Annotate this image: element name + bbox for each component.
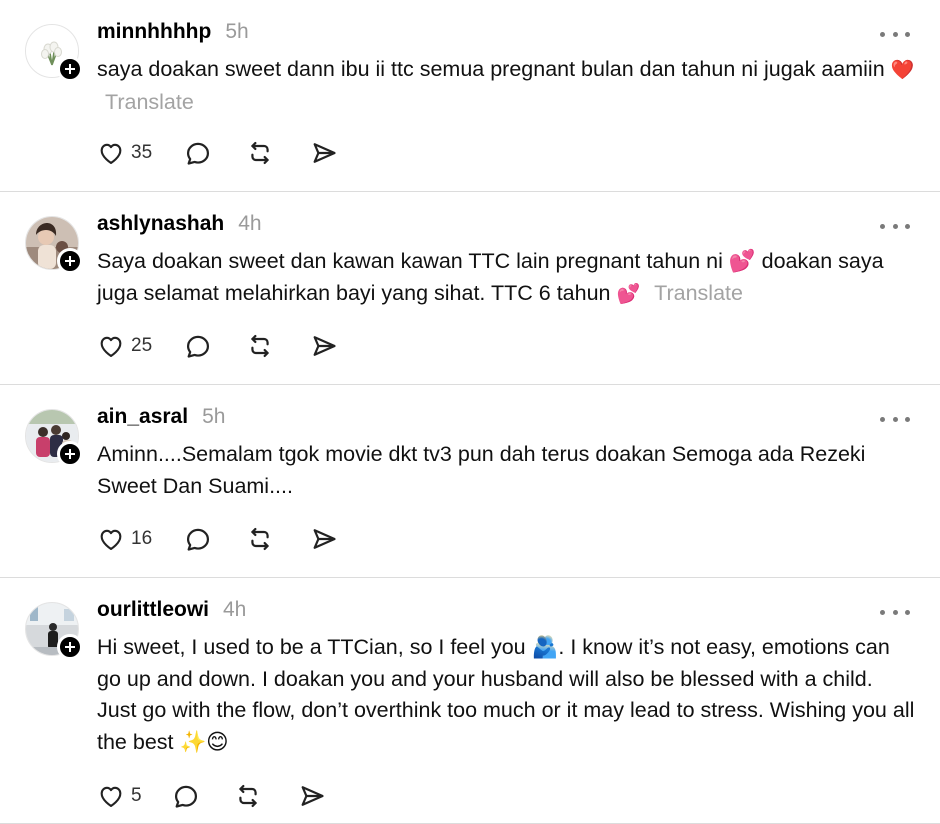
repost-button[interactable] xyxy=(234,781,262,811)
avatar[interactable] xyxy=(25,216,83,274)
repost-button[interactable] xyxy=(246,524,274,554)
like-count: 25 xyxy=(131,335,153,356)
reply-button[interactable] xyxy=(184,524,212,554)
like-button[interactable]: 5 xyxy=(97,781,142,811)
username[interactable]: ourlittleowi xyxy=(97,598,209,622)
post-text-content: Saya doakan sweet dan kawan kawan TTC la… xyxy=(97,249,884,305)
repost-icon xyxy=(251,527,269,551)
post-text-content: Hi sweet, I used to be a TTCian, so I fe… xyxy=(97,635,915,754)
username[interactable]: ain_asral xyxy=(97,405,188,429)
post-header: minnhhhhp 5h xyxy=(97,20,249,50)
comment-bubble-icon xyxy=(174,785,197,808)
like-button[interactable]: 35 xyxy=(97,138,152,168)
plus-icon[interactable] xyxy=(57,248,83,274)
send-icon xyxy=(301,786,324,806)
more-dots-icon[interactable] xyxy=(880,602,910,622)
timestamp: 5h xyxy=(225,20,249,43)
like-count: 5 xyxy=(131,785,142,806)
reply-button[interactable] xyxy=(172,781,200,811)
post-1: minnhhhhp 5h saya doakan sweet dann ibu … xyxy=(0,0,940,192)
avatar[interactable] xyxy=(25,409,83,467)
send-icon xyxy=(313,143,336,163)
share-button[interactable] xyxy=(310,331,338,361)
send-icon xyxy=(313,529,336,549)
post-text: Aminn....Semalam tgok movie dkt tv3 pun … xyxy=(97,439,917,502)
action-bar: 16 xyxy=(97,524,338,554)
plus-icon[interactable] xyxy=(57,634,83,660)
username[interactable]: minnhhhhp xyxy=(97,20,211,44)
post-3: ain_asral 5h Aminn....Semalam tgok movie… xyxy=(0,385,940,578)
repost-icon xyxy=(251,141,269,165)
action-bar: 5 xyxy=(97,781,326,811)
timestamp: 5h xyxy=(202,405,226,428)
repost-icon xyxy=(238,784,257,808)
post-text: Hi sweet, I used to be a TTCian, so I fe… xyxy=(97,632,917,758)
like-count: 16 xyxy=(131,528,153,549)
like-button[interactable]: 25 xyxy=(97,331,152,361)
post-4: ourlittleowi 4h Hi sweet, I used to be a… xyxy=(0,578,940,824)
heart-icon xyxy=(100,529,122,550)
action-bar: 35 xyxy=(97,138,338,168)
post-text: saya doakan sweet dann ibu ii ttc semua … xyxy=(97,54,917,118)
like-count: 35 xyxy=(131,142,153,163)
heart-icon xyxy=(100,786,122,807)
hearts-emoji: 💕 xyxy=(616,283,641,305)
comment-bubble-icon xyxy=(187,335,210,358)
send-icon xyxy=(313,336,336,356)
post-header: ourlittleowi 4h xyxy=(97,598,246,628)
more-dots-icon[interactable] xyxy=(880,409,910,429)
share-button[interactable] xyxy=(298,781,326,811)
share-button[interactable] xyxy=(310,138,338,168)
avatar[interactable] xyxy=(25,24,83,82)
reply-button[interactable] xyxy=(184,331,212,361)
post-text-content: saya doakan sweet dann ibu ii ttc semua … xyxy=(97,57,885,81)
plus-icon[interactable] xyxy=(57,56,83,82)
more-dots-icon[interactable] xyxy=(880,24,910,44)
post-header: ain_asral 5h xyxy=(97,405,225,435)
plus-icon[interactable] xyxy=(57,441,83,467)
avatar[interactable] xyxy=(25,602,83,660)
post-text-content: Aminn....Semalam tgok movie dkt tv3 pun … xyxy=(97,442,866,498)
post-header: ashlynashah 4h xyxy=(97,212,262,242)
translate-link[interactable]: Translate xyxy=(105,90,194,114)
heart-emoji: ❤️ xyxy=(890,60,915,81)
heart-icon xyxy=(100,143,122,164)
comment-bubble-icon xyxy=(187,142,210,165)
action-bar: 25 xyxy=(97,331,338,361)
username[interactable]: ashlynashah xyxy=(97,212,224,236)
translate-link[interactable]: Translate xyxy=(654,281,743,305)
timestamp: 4h xyxy=(223,598,247,621)
timestamp: 4h xyxy=(238,212,262,235)
reply-button[interactable] xyxy=(184,138,212,168)
repost-button[interactable] xyxy=(246,138,274,168)
repost-icon xyxy=(251,334,269,358)
heart-icon xyxy=(100,336,122,357)
share-button[interactable] xyxy=(310,524,338,554)
like-button[interactable]: 16 xyxy=(97,524,152,554)
post-text: Saya doakan sweet dan kawan kawan TTC la… xyxy=(97,246,917,310)
comment-bubble-icon xyxy=(187,528,210,551)
more-dots-icon[interactable] xyxy=(880,216,910,236)
post-2: ashlynashah 4h Saya doakan sweet dan kaw… xyxy=(0,192,940,385)
repost-button[interactable] xyxy=(246,331,274,361)
